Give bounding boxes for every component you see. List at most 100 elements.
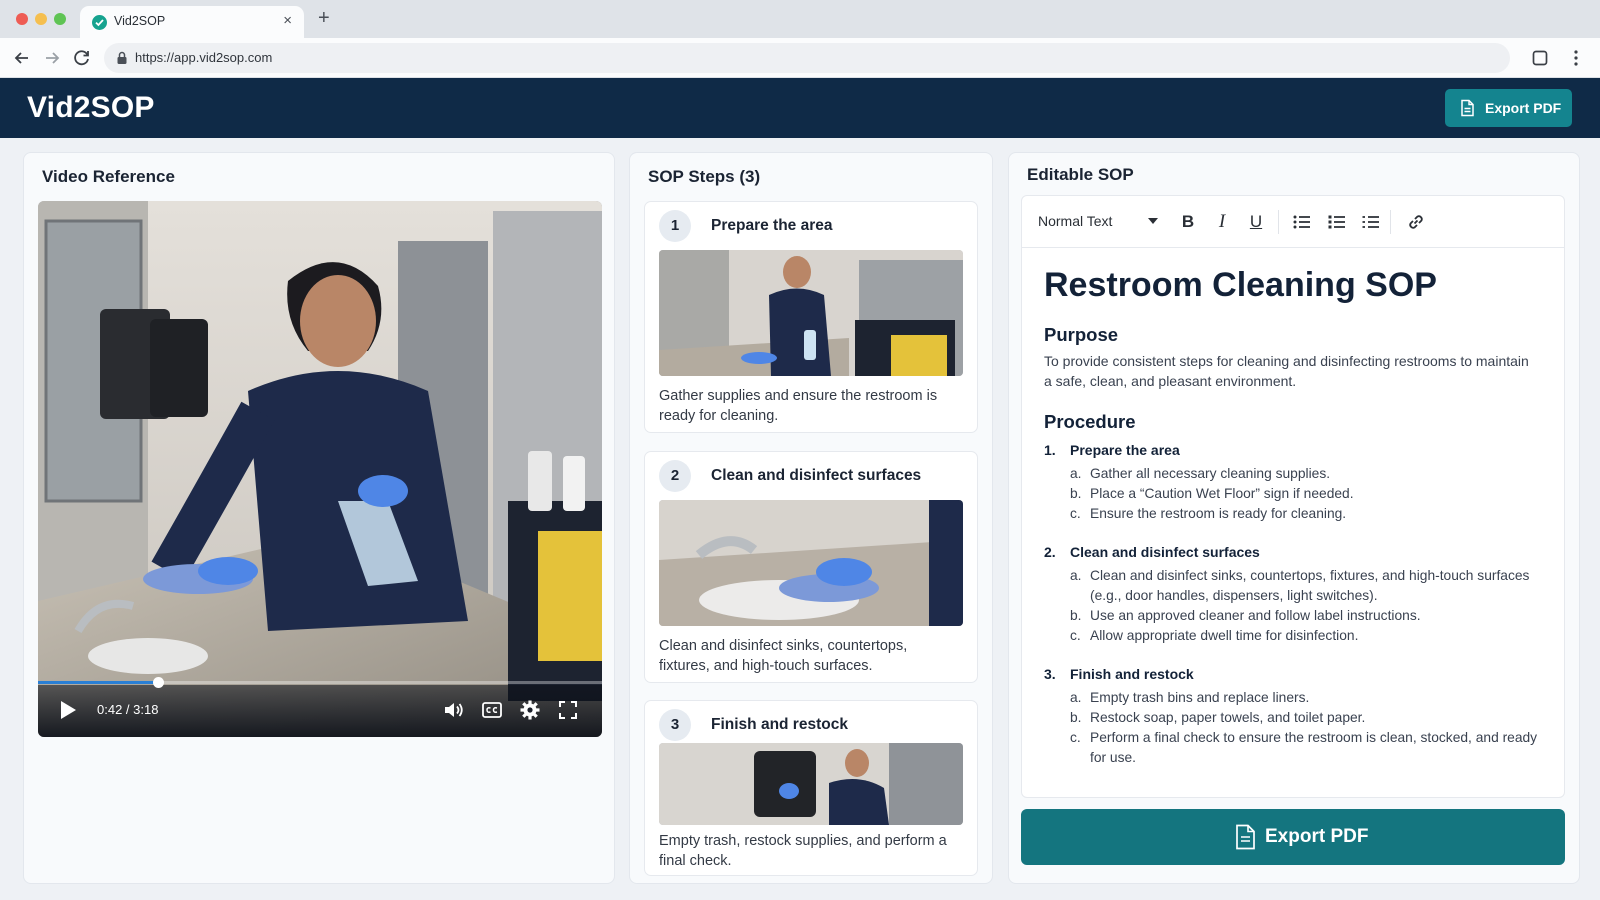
video-scrubber-handle[interactable] <box>152 677 164 688</box>
new-tab-button[interactable]: + <box>318 7 330 30</box>
sub-item-letter: a. <box>1070 690 1082 705</box>
step-number: 1 <box>659 210 691 242</box>
video-time: 0:42 / 3:18 <box>97 702 159 717</box>
window-icon[interactable] <box>1528 46 1552 70</box>
document-icon <box>1236 824 1255 850</box>
sub-item-text: Use an approved cleaner and follow label… <box>1090 608 1421 623</box>
settings-icon[interactable] <box>518 698 542 722</box>
app-logo: Vid2SOP <box>27 91 155 124</box>
maximize-window-button[interactable] <box>54 13 66 25</box>
purpose-text: To provide consistent steps for cleaning… <box>1044 353 1529 389</box>
step-title: Clean and disinfect surfaces <box>711 467 922 484</box>
video-controls: 0:42 / 3:18 <box>38 677 602 737</box>
url-text: https://app.vid2sop.com <box>135 50 273 65</box>
step-number: 2 <box>659 460 691 492</box>
link-icon[interactable] <box>1404 210 1428 234</box>
bulleted-list-icon[interactable] <box>1290 210 1314 234</box>
tab-title: Vid2SOP <box>114 14 166 28</box>
step-description: Empty trash, restock supplies, and perfo… <box>659 833 947 869</box>
step-description: Gather supplies and ensure the restroom … <box>659 388 938 424</box>
sub-item-text: Restock soap, paper towels, and toilet p… <box>1090 710 1366 725</box>
export-pdf-label: Export PDF <box>1485 100 1562 116</box>
step-thumbnail <box>659 250 963 376</box>
document-title: Restroom Cleaning SOP <box>1044 266 1437 304</box>
fullscreen-icon[interactable] <box>556 698 580 722</box>
more-icon[interactable] <box>1564 46 1588 70</box>
export-pdf-primary-button[interactable]: Export PDF <box>1021 809 1565 865</box>
close-window-button[interactable] <box>16 13 28 25</box>
step-title: Prepare the area <box>711 217 833 234</box>
editable-sop-panel: Editable SOP Normal Text B I U Restroom … <box>1008 152 1580 884</box>
italic-button[interactable]: I <box>1210 210 1234 234</box>
underline-button[interactable]: U <box>1244 210 1268 234</box>
browser-tab[interactable]: Vid2SOP × <box>80 6 304 38</box>
sub-item-text: Allow appropriate dwell time for disinfe… <box>1090 628 1359 643</box>
back-icon[interactable] <box>10 46 34 70</box>
video-frame <box>38 201 602 737</box>
step-thumbnail <box>659 500 963 626</box>
purpose-heading: Purpose <box>1044 324 1119 345</box>
procedure-title: Clean and disinfect surfaces <box>1070 544 1260 560</box>
step-description: Clean and disinfect sinks, countertops, … <box>659 638 908 674</box>
browser-toolbar: https://app.vid2sop.com <box>0 38 1600 78</box>
procedure-heading: Procedure <box>1044 411 1136 432</box>
reload-icon[interactable] <box>70 46 94 70</box>
lock-icon <box>114 50 130 66</box>
panel-title: Video Reference <box>42 167 175 186</box>
captions-icon[interactable] <box>480 698 504 722</box>
address-bar[interactable]: https://app.vid2sop.com <box>104 43 1510 73</box>
video-progress-bar[interactable] <box>38 677 602 688</box>
step-card[interactable]: 2 Clean and disinfect surfaces Clean and… <box>644 451 978 683</box>
sub-item-letter: b. <box>1070 608 1082 623</box>
video-progress-fill <box>38 681 158 684</box>
chevron-down-icon[interactable] <box>1148 218 1158 224</box>
sub-item-text: Empty trash bins and replace liners. <box>1090 690 1310 705</box>
step-card[interactable]: 1 Prepare the area Gather supplies and e… <box>644 201 978 433</box>
sub-item-letter: c. <box>1070 628 1081 643</box>
toolbar-divider <box>1278 210 1279 234</box>
step-thumbnail <box>659 743 963 825</box>
sub-item-text: Ensure the restroom is ready for cleanin… <box>1090 506 1347 521</box>
panel-title: Editable SOP <box>1027 165 1134 184</box>
video-reference-panel: Video Reference 0:42 / 3:18 <box>23 152 615 884</box>
checklist-icon[interactable] <box>1359 210 1383 234</box>
step-title: Finish and restock <box>711 716 848 733</box>
sub-item-letter: c. <box>1070 506 1081 521</box>
procedure-title: Finish and restock <box>1070 666 1194 682</box>
toolbar-divider <box>1390 210 1391 234</box>
sop-steps-panel: SOP Steps (3) 1 Prepare the area Gather … <box>629 152 993 884</box>
sop-editor[interactable]: Normal Text B I U Restroom Cleaning SOP … <box>1021 195 1565 798</box>
video-player[interactable]: 0:42 / 3:18 <box>38 201 602 737</box>
tab-close-button[interactable]: × <box>283 12 292 29</box>
export-pdf-button[interactable]: Export PDF <box>1445 89 1572 127</box>
procedure-number: 1. <box>1044 442 1056 458</box>
sub-item-letter: c. <box>1070 730 1081 745</box>
volume-icon[interactable] <box>442 698 466 722</box>
export-pdf-label: Export PDF <box>1265 826 1369 847</box>
step-card[interactable]: 3 Finish and restock Empty trash, restoc… <box>644 700 978 876</box>
favicon-icon <box>92 15 107 30</box>
bold-button[interactable]: B <box>1176 210 1200 234</box>
document-icon <box>1461 99 1474 117</box>
sub-item-letter: b. <box>1070 710 1082 725</box>
browser-tab-bar: Vid2SOP × + <box>0 0 1600 38</box>
sub-item-text: Place a “Caution Wet Floor” sign if need… <box>1090 486 1354 501</box>
panel-title: SOP Steps (3) <box>648 167 761 186</box>
sub-item-text: Perform a final check to ensure the rest… <box>1090 730 1538 765</box>
sub-item-text: Gather all necessary cleaning supplies. <box>1090 466 1331 481</box>
app-header: Vid2SOP Export PDF <box>0 78 1600 138</box>
sub-item-letter: b. <box>1070 486 1082 501</box>
procedure-title: Prepare the area <box>1070 442 1180 458</box>
step-number: 3 <box>659 709 691 741</box>
procedure-number: 3. <box>1044 666 1056 682</box>
procedure-number: 2. <box>1044 544 1056 560</box>
editor-toolbar: Normal Text B I U <box>1022 196 1564 248</box>
minimize-window-button[interactable] <box>35 13 47 25</box>
numbered-list-icon[interactable] <box>1325 210 1349 234</box>
sub-item-letter: a. <box>1070 466 1082 481</box>
play-icon[interactable] <box>58 699 78 726</box>
sub-item-text: Clean and disinfect sinks, countertops, … <box>1090 568 1530 603</box>
text-style-dropdown[interactable]: Normal Text <box>1038 213 1112 229</box>
forward-icon[interactable] <box>40 46 64 70</box>
sub-item-letter: a. <box>1070 568 1082 583</box>
